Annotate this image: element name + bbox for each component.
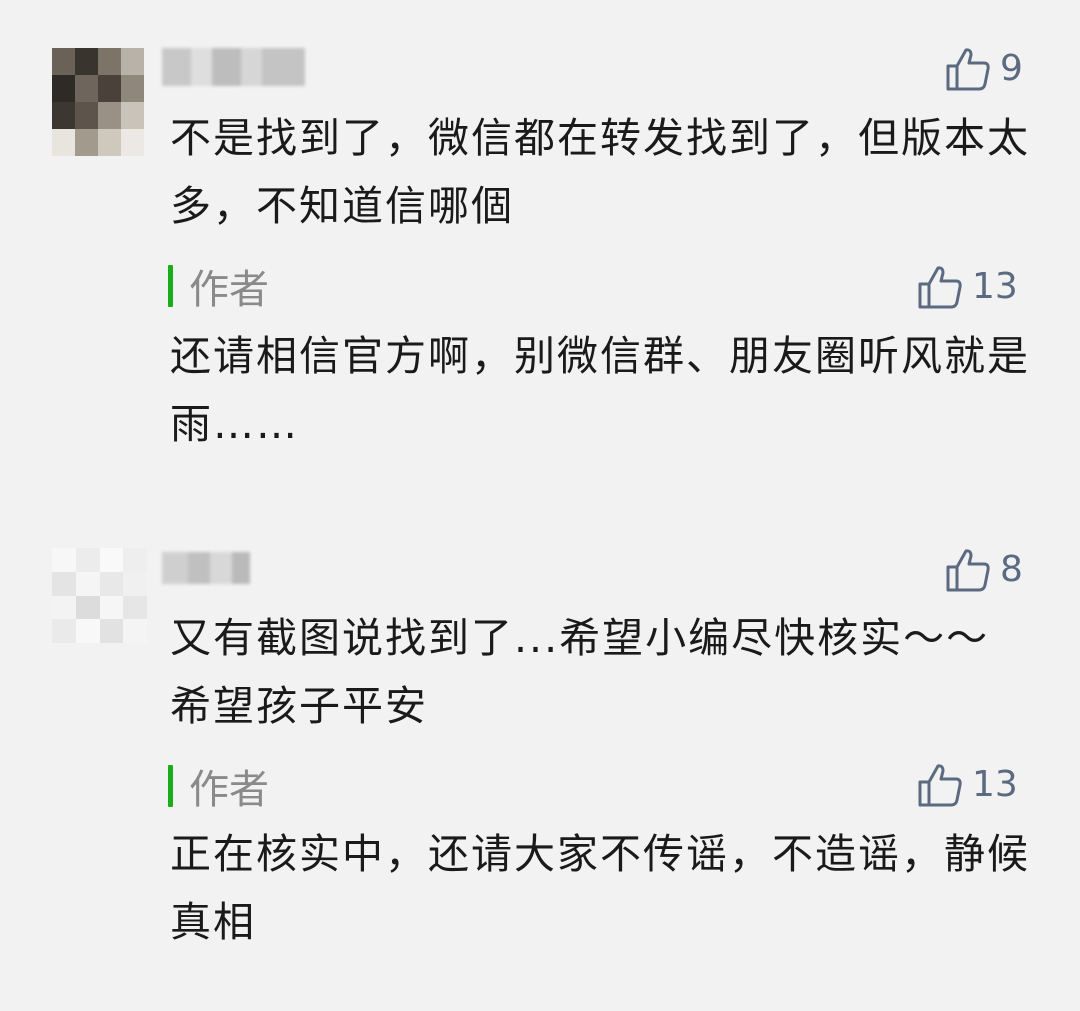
comment-text: 不是找到了，微信都在转发找到了，但版本太多，不知道信哪個 xyxy=(170,114,1030,230)
commenter-avatar-2[interactable] xyxy=(52,548,147,643)
reply-text: 正在核实中，还请大家不传谣，不造谣，静候真相 xyxy=(170,830,1030,946)
reply-like-button[interactable]: 13 xyxy=(916,262,1018,312)
author-reply-label: 作者 xyxy=(168,262,269,313)
like-button[interactable]: 9 xyxy=(944,44,1023,94)
like-count: 8 xyxy=(1000,549,1023,590)
commenter-name-2[interactable] xyxy=(162,552,250,584)
comment-text: 又有截图说找到了...希望小编尽快核实～～希望孩子平安 xyxy=(170,614,990,730)
commenter-name-1[interactable] xyxy=(162,48,305,86)
author-label: 作者 xyxy=(189,767,269,813)
thumbs-up-icon xyxy=(918,764,962,807)
reply-like-button[interactable]: 13 xyxy=(916,760,1018,810)
author-marker xyxy=(168,765,173,807)
like-button[interactable]: 8 xyxy=(944,545,1023,595)
author-reply-label: 作者 xyxy=(168,762,269,813)
like-count: 13 xyxy=(972,266,1018,307)
thumbs-up-icon xyxy=(946,48,990,91)
like-count: 13 xyxy=(972,764,1018,805)
reply-text: 还请相信官方啊，别微信群、朋友圈听风就是雨…… xyxy=(170,332,1030,448)
thumbs-up-icon xyxy=(946,549,990,592)
like-count: 9 xyxy=(1000,48,1023,89)
author-label: 作者 xyxy=(189,267,269,313)
thumbs-up-icon xyxy=(918,266,962,309)
author-marker xyxy=(168,265,173,307)
commenter-avatar-1[interactable] xyxy=(52,48,144,156)
